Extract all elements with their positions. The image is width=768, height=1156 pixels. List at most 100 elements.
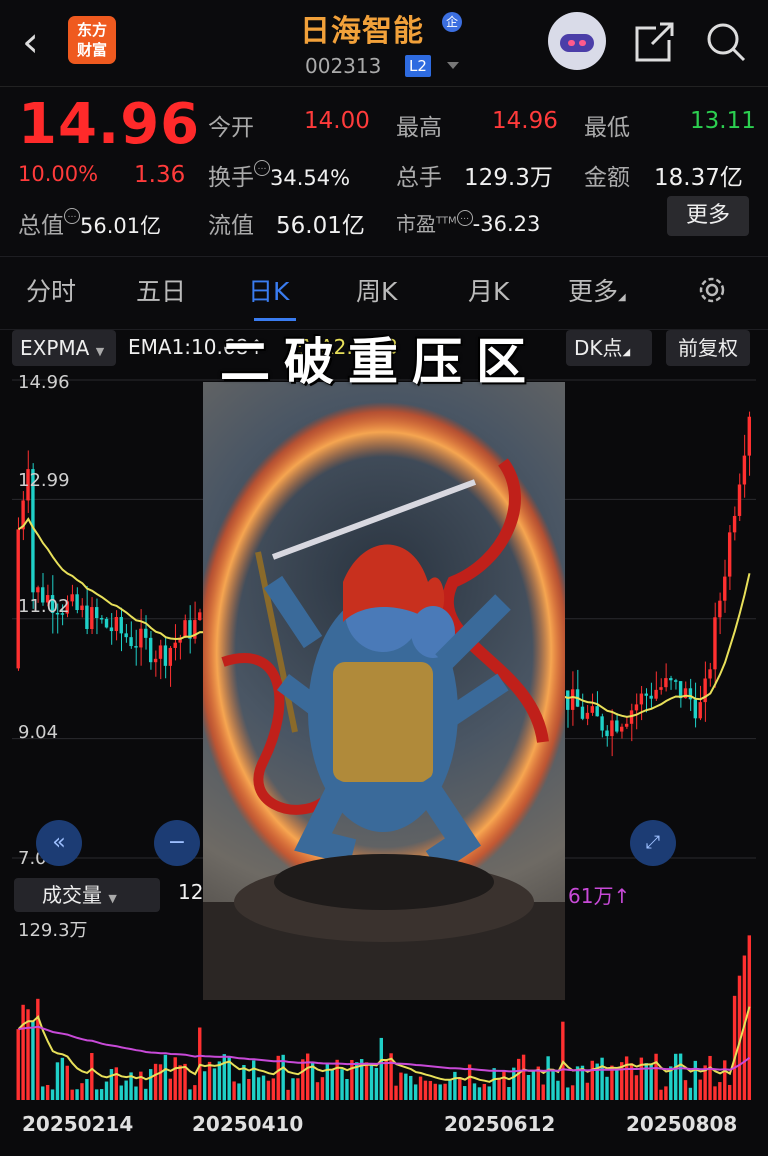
candle-body xyxy=(114,617,119,632)
stock-name: 日海智能 xyxy=(300,14,424,49)
tab-monthly-k[interactable]: 月K xyxy=(468,272,509,308)
fullscreen-icon[interactable]: ⤢ xyxy=(630,820,676,866)
candle-body xyxy=(615,720,619,732)
volume-bar xyxy=(80,1083,84,1100)
overlay-poster-image xyxy=(203,382,565,1000)
chevron-down-icon[interactable] xyxy=(447,62,459,69)
candle-body xyxy=(163,645,168,666)
candle-body xyxy=(732,515,737,533)
volume-bar xyxy=(546,1056,550,1100)
volume-bar xyxy=(526,1075,531,1100)
search-icon[interactable] xyxy=(704,20,748,64)
candle-body xyxy=(723,576,727,601)
volume-bar xyxy=(678,1053,683,1100)
candle-body xyxy=(639,693,644,705)
price-tick-4: 9.04 xyxy=(18,722,59,743)
zoom-out-icon[interactable]: − xyxy=(154,820,200,866)
volume-bar xyxy=(36,998,40,1100)
volume-bar xyxy=(664,1086,668,1100)
tab-more[interactable]: 更多◢ xyxy=(568,272,626,308)
candle-body xyxy=(158,645,163,659)
volume-bar xyxy=(374,1067,379,1100)
tab-five-day[interactable]: 五日 xyxy=(136,272,186,308)
volume-bar xyxy=(521,1054,526,1100)
volume-bar xyxy=(345,1079,349,1100)
candle-body xyxy=(85,605,89,630)
back-icon[interactable]: ‹ xyxy=(22,20,62,64)
volume-indicator-select[interactable]: 成交量 ▼ xyxy=(14,878,160,912)
volume-bar xyxy=(124,1080,128,1100)
amount-label: 金额 xyxy=(584,165,630,191)
share-icon[interactable] xyxy=(634,20,678,64)
turnover-label: 换手… 34.54% xyxy=(208,160,351,191)
info-icon: … xyxy=(254,160,270,176)
date-tick-3: 20250612 xyxy=(444,1112,556,1136)
active-tab-underline xyxy=(254,318,296,321)
candle-body xyxy=(109,627,114,632)
volume-bar xyxy=(693,1060,698,1100)
volume-bar xyxy=(286,1089,290,1100)
date-tick-2: 20250410 xyxy=(192,1112,304,1136)
candle-body xyxy=(737,484,742,516)
volume-bar xyxy=(418,1076,423,1100)
volume-bar xyxy=(70,1089,74,1100)
volume-bar xyxy=(634,1075,639,1100)
open-value: 14.00 xyxy=(304,108,370,134)
candle-body xyxy=(134,646,138,648)
volume-bar xyxy=(256,1077,261,1100)
volume-bar xyxy=(624,1056,629,1100)
price-adjust-button[interactable]: 前复权 xyxy=(666,330,750,366)
volume-bar xyxy=(119,1085,123,1100)
volume-bar xyxy=(188,1089,192,1100)
candle-body xyxy=(153,658,158,663)
indicator-select[interactable]: EXPMA ▼ xyxy=(12,330,116,366)
candle-body xyxy=(669,678,673,681)
volume-readout-left: 12 xyxy=(178,880,204,904)
volume-bar xyxy=(423,1080,428,1100)
volume-bar xyxy=(698,1079,702,1100)
volume-bar xyxy=(384,1060,388,1100)
candle-body xyxy=(747,416,751,456)
deity-illustration xyxy=(203,402,565,1000)
volume-bar xyxy=(433,1083,437,1100)
volume-bar xyxy=(369,1064,374,1100)
pe-value: -36.23 xyxy=(472,212,541,236)
tab-weekly-k[interactable]: 周K xyxy=(356,272,397,308)
volume-bar xyxy=(252,1060,256,1100)
tab-daily-k[interactable]: 日K xyxy=(248,272,289,308)
candle-body xyxy=(595,706,599,717)
volume-bar xyxy=(193,1085,197,1100)
volume-bar xyxy=(585,1082,590,1100)
volume-bar xyxy=(409,1075,413,1100)
volume-bar xyxy=(178,1065,182,1100)
volume-bar xyxy=(747,935,751,1100)
settings-gear-icon[interactable] xyxy=(696,274,728,306)
candle-body xyxy=(139,628,143,648)
volume-bar xyxy=(163,1054,168,1100)
volume-bar xyxy=(315,1082,320,1100)
candle-body xyxy=(718,600,722,618)
volume-bar xyxy=(443,1083,447,1100)
volume-readout-right: 61万↑ xyxy=(568,884,631,908)
tab-intraday[interactable]: 分时 xyxy=(26,272,76,308)
candle-body xyxy=(634,704,639,711)
volume-bar xyxy=(291,1078,295,1100)
volume-bar xyxy=(727,1084,732,1100)
low-value: 13.11 xyxy=(690,108,756,134)
volume-bar xyxy=(222,1054,226,1100)
change-amount: 1.36 xyxy=(134,162,186,188)
volume-bar xyxy=(65,1065,69,1100)
level2-badge[interactable]: L2 xyxy=(405,55,431,77)
candle-body xyxy=(124,633,128,638)
volume-bar xyxy=(453,1071,457,1100)
more-button[interactable]: 更多 xyxy=(667,196,749,236)
dk-point-button[interactable]: DK点◢ xyxy=(566,330,652,366)
volume-bar xyxy=(247,1078,251,1100)
volume-bar xyxy=(404,1073,408,1100)
volume-bar xyxy=(472,1083,477,1100)
assistant-avatar-icon[interactable] xyxy=(548,12,606,70)
volume-bar xyxy=(551,1070,555,1100)
volume-bar xyxy=(330,1069,334,1100)
volume-bar xyxy=(570,1085,575,1100)
scroll-left-icon[interactable]: « xyxy=(36,820,82,866)
